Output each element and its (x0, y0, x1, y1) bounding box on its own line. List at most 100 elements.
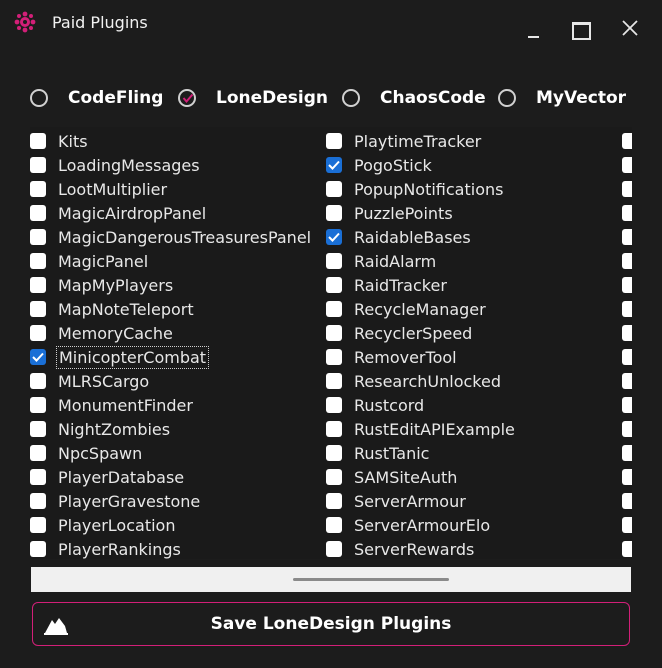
checkbox[interactable] (30, 229, 46, 245)
save-plugins-button[interactable]: Save LoneDesign Plugins (32, 602, 630, 646)
checkbox[interactable] (622, 445, 632, 461)
plugin-item[interactable]: ServerArmour (326, 489, 466, 513)
checkbox[interactable] (326, 421, 342, 437)
checkbox[interactable] (30, 397, 46, 413)
plugin-item-partial[interactable] (622, 225, 632, 249)
radio-button-checked[interactable] (178, 89, 196, 107)
checkbox[interactable] (622, 541, 632, 557)
checkbox[interactable] (326, 349, 342, 365)
plugin-item[interactable]: PlayerDatabase (30, 465, 184, 489)
plugin-item-partial[interactable] (622, 273, 632, 297)
plugin-item[interactable]: ServerRewards (326, 537, 474, 559)
checkbox[interactable] (622, 421, 632, 437)
checkbox[interactable] (30, 277, 46, 293)
checkbox[interactable] (622, 253, 632, 269)
checkbox[interactable] (30, 157, 46, 173)
plugin-item-partial[interactable] (622, 441, 632, 465)
radio-codefling[interactable]: CodeFling (30, 84, 163, 112)
checkbox[interactable] (30, 493, 46, 509)
plugin-item[interactable]: MonumentFinder (30, 393, 193, 417)
checkbox[interactable] (326, 205, 342, 221)
plugin-item[interactable]: RaidableBases (326, 225, 471, 249)
plugin-item[interactable]: MemoryCache (30, 321, 173, 345)
plugin-item[interactable]: PlayerRankings (30, 537, 181, 559)
checkbox[interactable] (326, 517, 342, 533)
plugin-item[interactable]: RustTanic (326, 441, 429, 465)
plugin-item-partial[interactable] (622, 249, 632, 273)
plugin-item-partial[interactable] (622, 537, 632, 559)
checkbox[interactable] (326, 253, 342, 269)
checkbox[interactable] (30, 325, 46, 341)
plugin-item[interactable]: MapMyPlayers (30, 273, 173, 297)
plugin-item[interactable]: MapNoteTeleport (30, 297, 194, 321)
checkbox[interactable] (622, 517, 632, 533)
checkbox[interactable] (326, 373, 342, 389)
checkbox[interactable] (30, 301, 46, 317)
checkbox[interactable] (326, 541, 342, 557)
checkbox[interactable] (326, 133, 342, 149)
checkbox-checked[interactable] (30, 349, 46, 365)
plugin-item[interactable]: RecycleManager (326, 297, 486, 321)
plugin-item[interactable]: Kits (30, 129, 88, 153)
maximize-icon[interactable] (564, 14, 596, 44)
plugin-item[interactable]: LoadingMessages (30, 153, 200, 177)
plugin-item-partial[interactable] (622, 297, 632, 321)
checkbox-checked[interactable] (326, 229, 342, 245)
checkbox[interactable] (622, 157, 632, 173)
checkbox[interactable] (30, 541, 46, 557)
plugin-item[interactable]: PopupNotifications (326, 177, 503, 201)
radio-button[interactable] (30, 89, 48, 107)
checkbox[interactable] (326, 493, 342, 509)
checkbox[interactable] (30, 445, 46, 461)
plugin-item-partial[interactable] (622, 129, 632, 153)
checkbox[interactable] (326, 445, 342, 461)
plugin-item-partial[interactable] (622, 177, 632, 201)
plugin-item-partial[interactable] (622, 465, 632, 489)
plugin-item[interactable]: ResearchUnlocked (326, 369, 501, 393)
plugin-item[interactable]: NightZombies (30, 417, 170, 441)
checkbox-checked[interactable] (326, 157, 342, 173)
plugin-item-partial[interactable] (622, 345, 632, 369)
plugin-item-partial[interactable] (622, 153, 632, 177)
plugin-item[interactable]: ServerArmourElo (326, 513, 490, 537)
checkbox[interactable] (622, 469, 632, 485)
checkbox[interactable] (622, 493, 632, 509)
plugin-item[interactable]: MagicAirdropPanel (30, 201, 206, 225)
radio-button[interactable] (498, 89, 516, 107)
radio-button[interactable] (342, 89, 360, 107)
checkbox[interactable] (30, 133, 46, 149)
title-bar[interactable]: Paid Plugins (0, 0, 662, 52)
plugin-item[interactable]: PlayerGravestone (30, 489, 200, 513)
plugin-item[interactable]: Rustcord (326, 393, 424, 417)
plugin-item[interactable]: PlayerLocation (30, 513, 175, 537)
plugin-item[interactable]: SAMSiteAuth (326, 465, 457, 489)
checkbox[interactable] (622, 325, 632, 341)
plugin-item-partial[interactable] (622, 393, 632, 417)
plugin-item[interactable]: NpcSpawn (30, 441, 142, 465)
checkbox[interactable] (326, 469, 342, 485)
checkbox[interactable] (622, 181, 632, 197)
plugin-item-partial[interactable] (622, 321, 632, 345)
checkbox[interactable] (326, 277, 342, 293)
plugin-item[interactable]: PuzzlePoints (326, 201, 453, 225)
checkbox[interactable] (30, 517, 46, 533)
plugin-item-partial[interactable] (622, 513, 632, 537)
checkbox[interactable] (622, 349, 632, 365)
checkbox[interactable] (622, 133, 632, 149)
checkbox[interactable] (30, 421, 46, 437)
plugin-item[interactable]: RaidAlarm (326, 249, 436, 273)
checkbox[interactable] (30, 373, 46, 389)
plugin-item[interactable]: RustEditAPIExample (326, 417, 515, 441)
checkbox[interactable] (30, 205, 46, 221)
radio-myvector[interactable]: MyVector (498, 84, 626, 112)
radio-chaoscode[interactable]: ChaosCode (342, 84, 486, 112)
checkbox[interactable] (622, 229, 632, 245)
plugin-item-partial[interactable] (622, 417, 632, 441)
plugin-item[interactable]: MagicDangerousTreasuresPanel (30, 225, 311, 249)
plugin-item[interactable]: RaidTracker (326, 273, 447, 297)
plugin-item[interactable]: MagicPanel (30, 249, 148, 273)
checkbox[interactable] (622, 301, 632, 317)
plugin-item[interactable]: LootMultiplier (30, 177, 167, 201)
checkbox[interactable] (30, 253, 46, 269)
horizontal-scrollbar[interactable] (31, 567, 631, 592)
